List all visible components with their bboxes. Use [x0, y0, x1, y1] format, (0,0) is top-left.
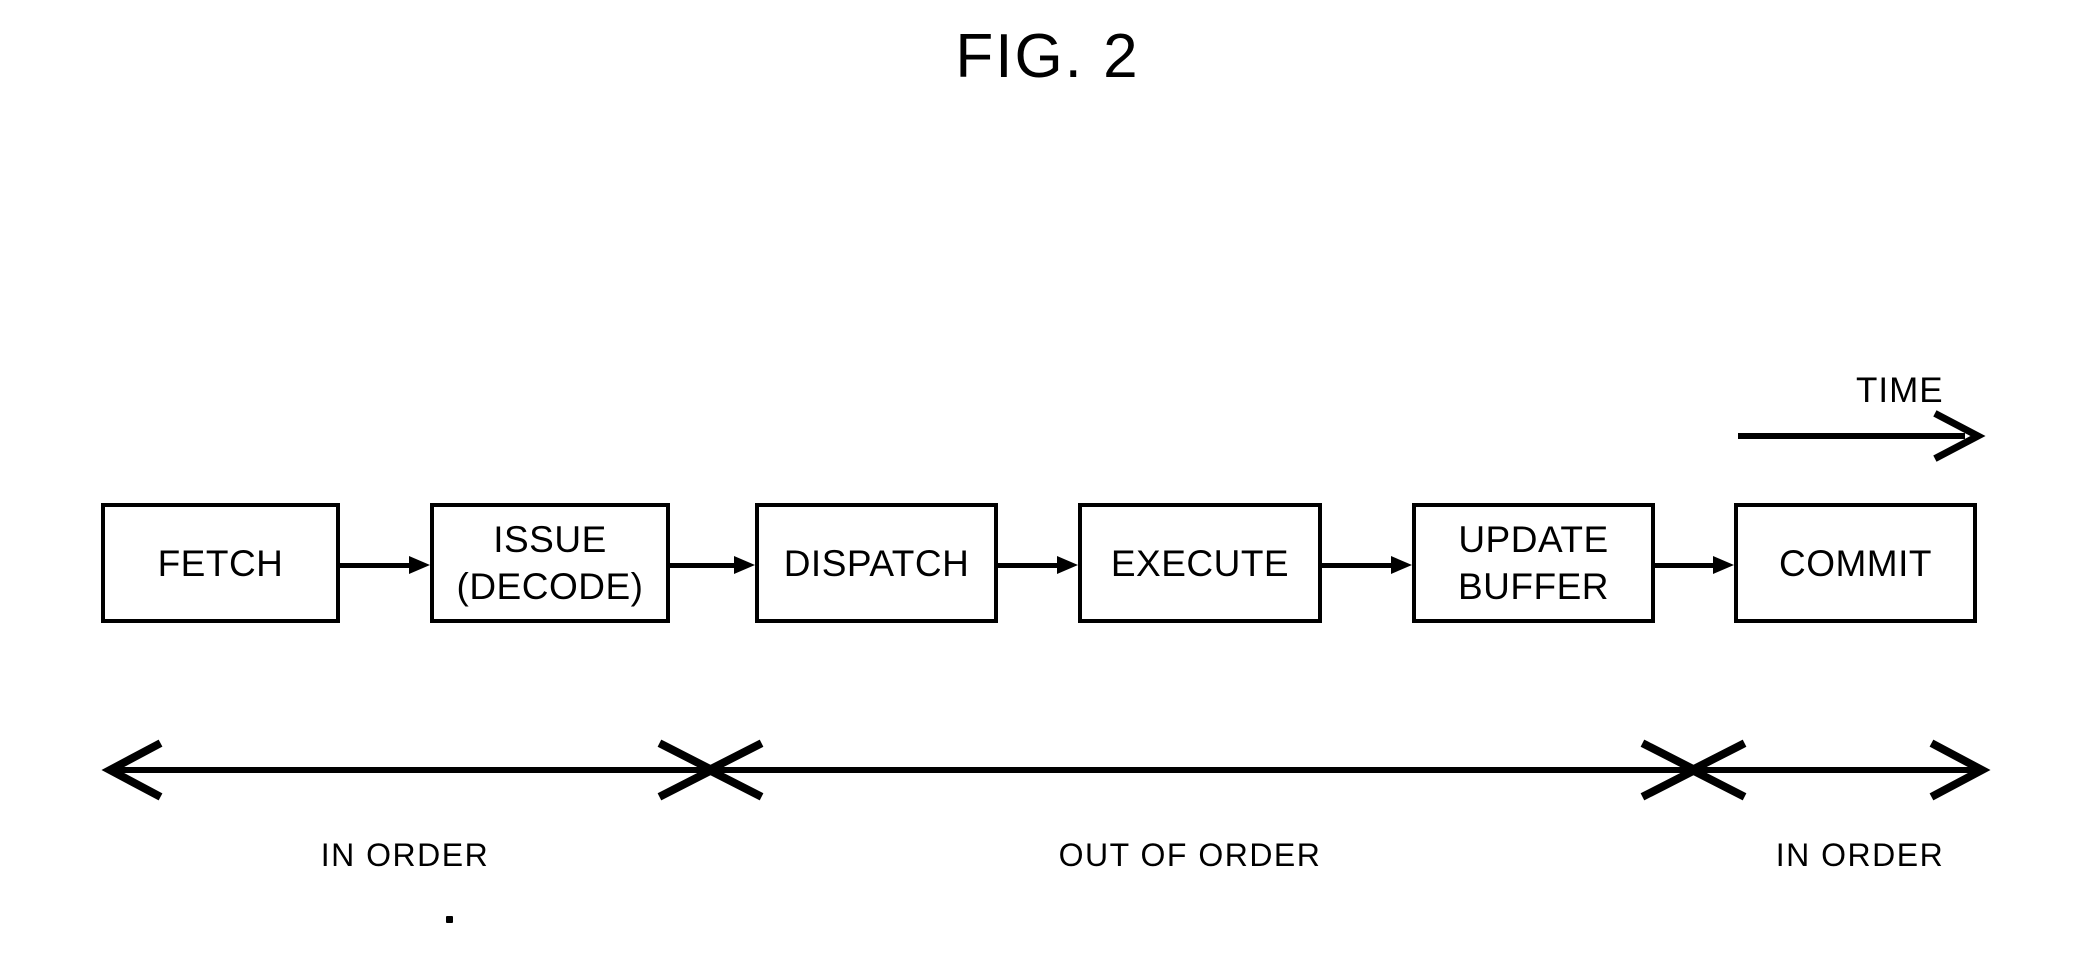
stage-box-issue[interactable]: ISSUE (DECODE) — [430, 503, 670, 623]
stage-box-update-buffer[interactable]: UPDATE BUFFER — [1412, 503, 1655, 623]
stage-box-dispatch[interactable]: DISPATCH — [755, 503, 998, 623]
time-axis-label: TIME — [1856, 371, 1944, 410]
phase-label-in-order-back: IN ORDER — [1775, 837, 1945, 873]
time-axis-arrow-icon — [1738, 410, 1986, 462]
phase-axis — [101, 739, 1991, 801]
connector-issue-to-dispatch — [670, 556, 755, 574]
phase-label-in-order-front: IN ORDER — [320, 837, 490, 873]
connector-update-buffer-to-commit — [1655, 556, 1734, 574]
scan-speck — [446, 916, 453, 923]
stage-label-update-buffer-line2: BUFFER — [1458, 566, 1609, 607]
phase-label-out-of-order: OUT OF ORDER — [1058, 837, 1322, 873]
connector-execute-to-update-buffer — [1322, 556, 1412, 574]
stage-label-commit-line1: COMMIT — [1778, 542, 1933, 584]
stage-label-fetch-line1: FETCH — [157, 542, 284, 584]
stage-box-fetch[interactable]: FETCH — [101, 503, 340, 623]
figure-canvas: FIG. 2 TIME FETCH ISSUE (DECODE) DISPATC… — [0, 0, 2095, 968]
page-title: FIG. 2 — [955, 22, 1140, 91]
stage-box-commit[interactable]: COMMIT — [1734, 503, 1977, 623]
stage-label-dispatch-line1: DISPATCH — [783, 542, 970, 584]
connector-fetch-to-issue — [340, 556, 430, 574]
connector-dispatch-to-execute — [998, 556, 1078, 574]
stage-label-issue-line1: ISSUE — [493, 519, 607, 560]
stage-label-issue-line2: (DECODE) — [456, 566, 644, 607]
stage-box-execute[interactable]: EXECUTE — [1078, 503, 1322, 623]
stage-label-execute-line1: EXECUTE — [1110, 542, 1290, 584]
stage-label-update-buffer-line1: UPDATE — [1458, 519, 1609, 560]
